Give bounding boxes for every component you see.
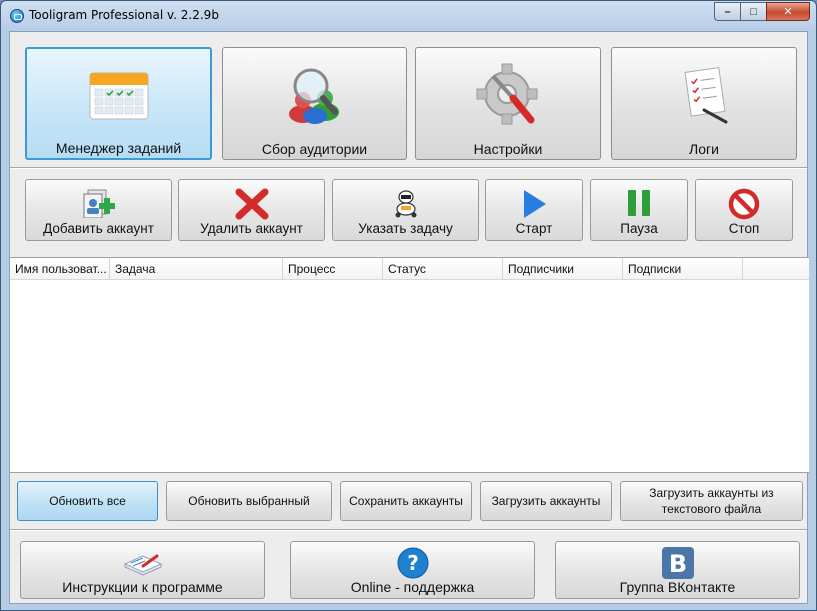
column-header-username[interactable]: Имя пользоват... (10, 258, 110, 279)
stop-button[interactable]: Стоп (695, 179, 793, 241)
button-label: Добавить аккаунт (43, 221, 154, 236)
button-label: Инструкции к программе (62, 579, 223, 595)
window-title: Tooligram Professional v. 2.2.9b (29, 8, 219, 22)
delete-account-button[interactable]: Удалить аккаунт (178, 179, 325, 241)
maximize-button[interactable]: □ (740, 2, 766, 21)
column-header-followers[interactable]: Подписчики (503, 258, 623, 279)
refresh-selected-button[interactable]: Обновить выбранный (166, 481, 332, 521)
column-header-following[interactable]: Подписки (623, 258, 743, 279)
module-label: Сбор аудитории (261, 141, 368, 157)
save-accounts-button[interactable]: Сохранить аккаунты (340, 481, 472, 521)
robot-task-icon (395, 190, 416, 218)
online-support-button[interactable]: ? Online - поддержка (290, 541, 535, 599)
module-label: Логи (689, 141, 719, 157)
module-bar: Менеджер заданий Сбор аудитории Настройк… (10, 32, 807, 167)
module-label: Менеджер заданий (55, 140, 182, 156)
button-label: Удалить аккаунт (200, 221, 303, 236)
column-header-filler (743, 258, 809, 279)
start-button[interactable]: Старт (485, 179, 583, 241)
pause-button[interactable]: Пауза (590, 179, 688, 241)
vk-logo-icon: B (661, 547, 694, 579)
module-task-manager-button[interactable]: Менеджер заданий (25, 47, 212, 160)
divider (10, 529, 807, 531)
logs-checklist-icon (684, 67, 728, 124)
add-account-icon (83, 189, 115, 218)
module-audience-button[interactable]: Сбор аудитории (222, 47, 407, 160)
close-button[interactable]: ✕ (766, 2, 810, 21)
settings-gear-icon (476, 63, 538, 125)
button-label: Старт (515, 221, 553, 236)
stop-icon (728, 188, 760, 220)
title-bar[interactable]: Tooligram Professional v. 2.2.9b – □ ✕ (1, 1, 816, 31)
minimize-button[interactable]: – (714, 2, 740, 21)
app-window: Tooligram Professional v. 2.2.9b – □ ✕ М… (0, 0, 817, 611)
pause-icon (628, 190, 650, 216)
column-header-status[interactable]: Статус (383, 258, 503, 279)
window-controls: – □ ✕ (714, 2, 810, 21)
svg-text:B: B (668, 550, 686, 578)
play-icon (524, 190, 546, 218)
button-label: Пауза (620, 221, 658, 236)
accounts-table[interactable]: Имя пользоват... Задача Процесс Статус П… (10, 257, 809, 473)
button-label: Стоп (728, 221, 760, 236)
set-task-button[interactable]: Указать задачу (332, 179, 479, 241)
refresh-all-button[interactable]: Обновить все (17, 481, 158, 521)
load-accounts-button[interactable]: Загрузить аккаунты (480, 481, 612, 521)
column-header-task[interactable]: Задача (110, 258, 283, 279)
module-logs-button[interactable]: Логи (611, 47, 797, 160)
instructions-button[interactable]: Инструкции к программе (20, 541, 265, 599)
app-logo-icon (10, 9, 24, 23)
button-label: Указать задачу (358, 221, 453, 236)
delete-x-icon (235, 188, 268, 220)
vk-group-button[interactable]: B Группа ВКонтакте (555, 541, 800, 599)
calendar-icon (89, 72, 148, 120)
button-label: Группа ВКонтакте (619, 579, 736, 595)
load-from-file-button[interactable]: Загрузить аккаунты из текстового файла (620, 481, 803, 521)
instructions-book-icon (123, 554, 162, 576)
svg-text:?: ? (407, 551, 419, 575)
help-question-icon: ? (397, 547, 428, 579)
module-label: Настройки (473, 141, 543, 157)
table-body[interactable] (10, 280, 809, 473)
table-header: Имя пользоват... Задача Процесс Статус П… (10, 258, 809, 280)
column-header-process[interactable]: Процесс (283, 258, 383, 279)
client-area: Менеджер заданий Сбор аудитории Настройк… (9, 31, 809, 604)
button-label: Online - поддержка (350, 579, 475, 595)
divider (10, 167, 807, 169)
add-account-button[interactable]: Добавить аккаунт (25, 179, 172, 241)
audience-search-icon (288, 68, 339, 124)
module-settings-button[interactable]: Настройки (415, 47, 601, 160)
